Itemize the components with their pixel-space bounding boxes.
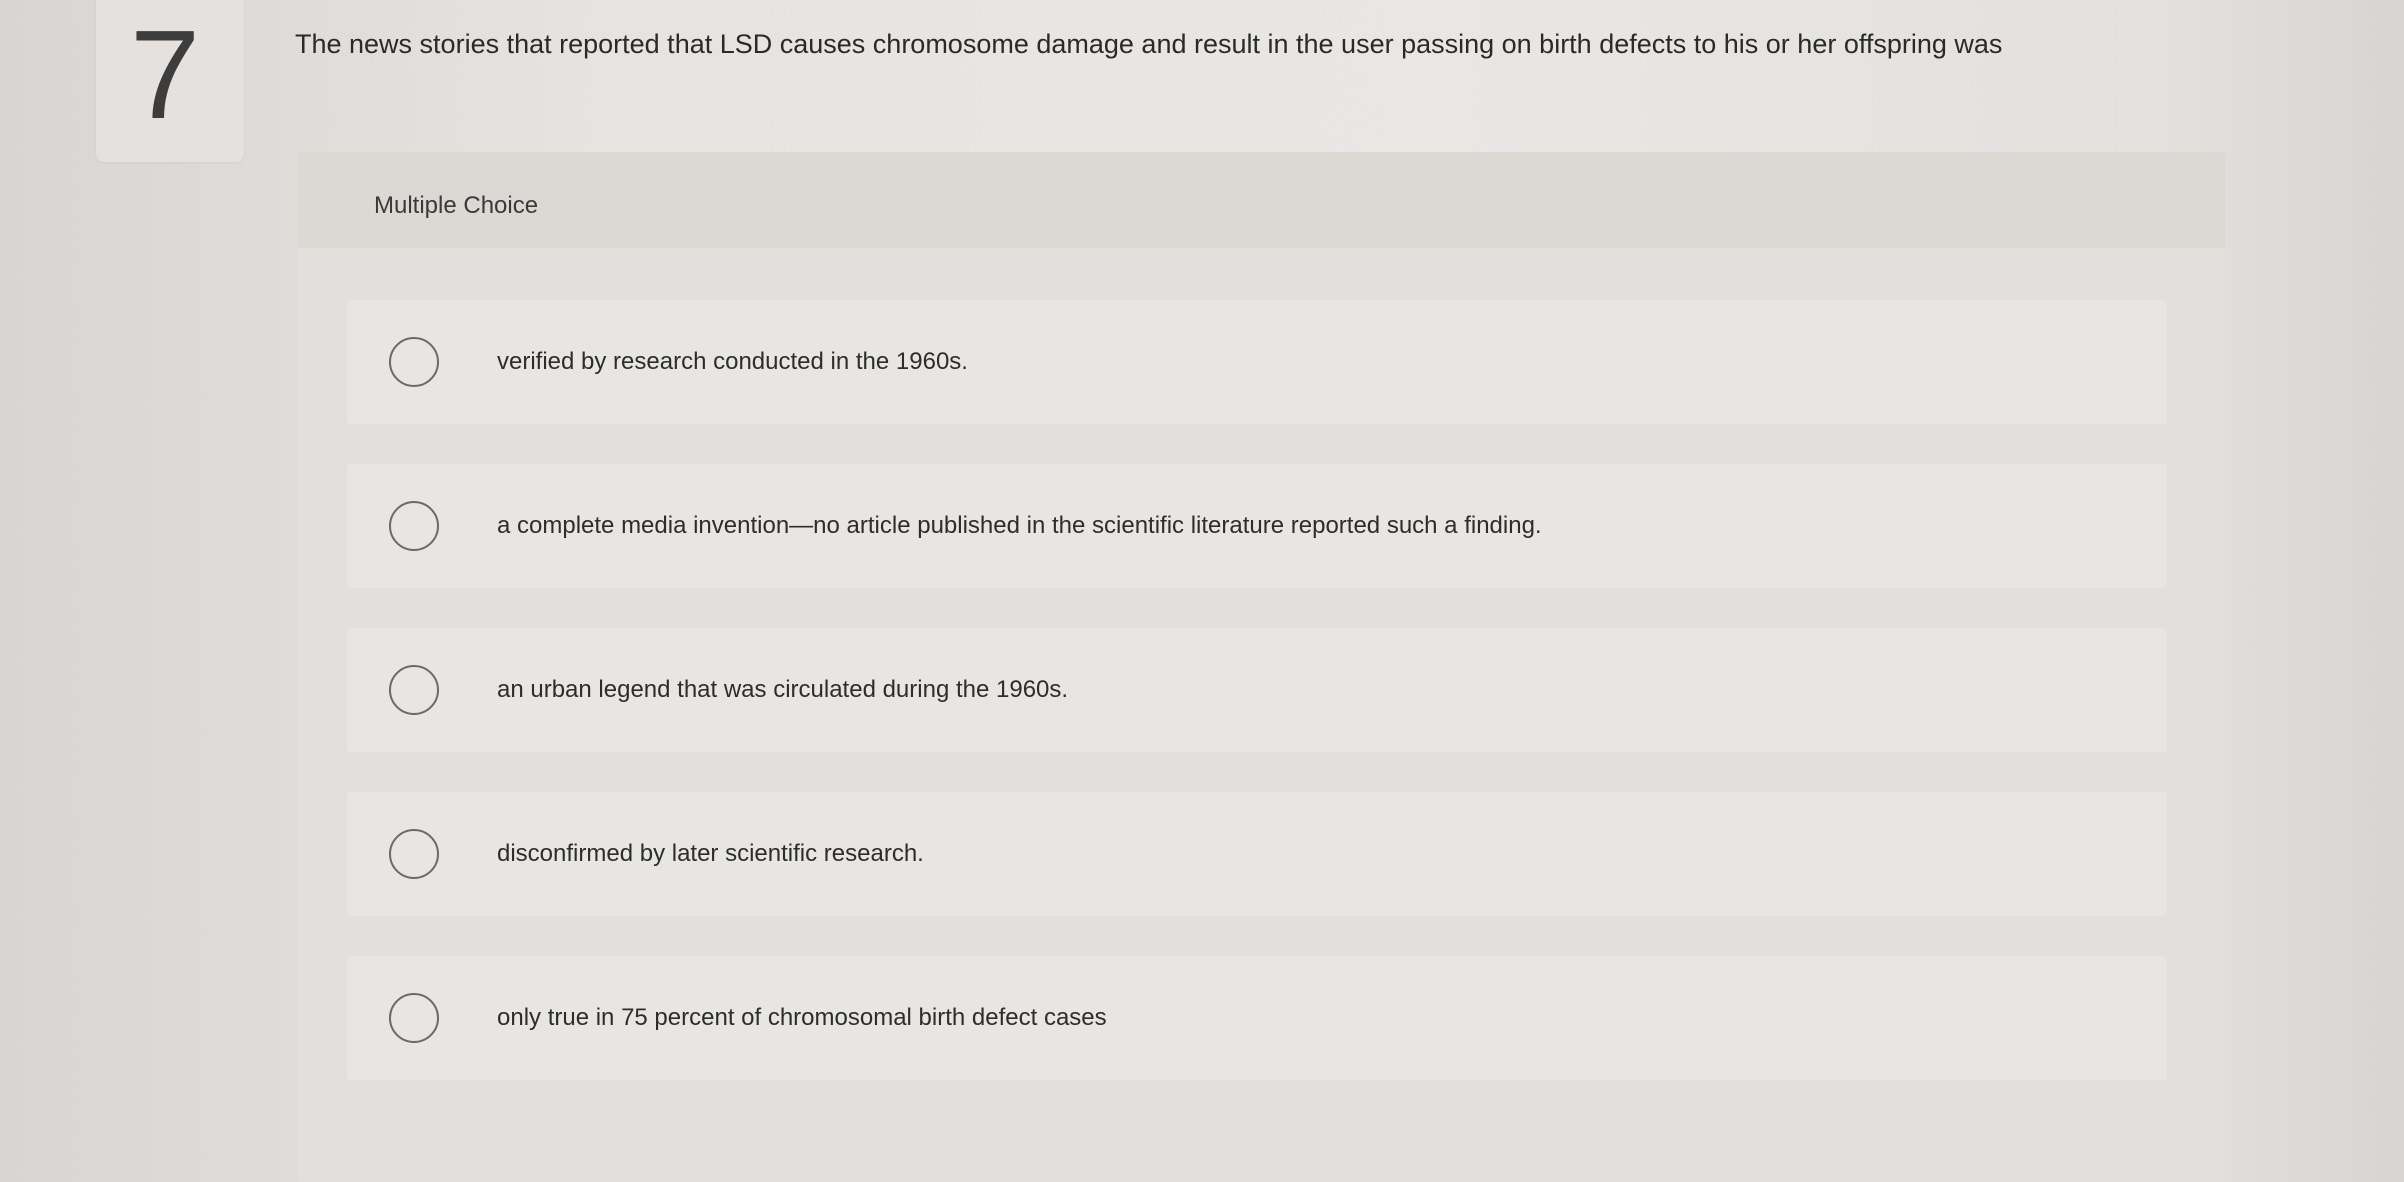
multiple-choice-header: Multiple Choice — [297, 152, 2225, 248]
radio-button-icon[interactable] — [389, 829, 439, 879]
radio-button-icon[interactable] — [389, 337, 439, 387]
options-list: verified by research conducted in the 19… — [347, 300, 2167, 1120]
answer-option-text: an urban legend that was circulated duri… — [497, 676, 1069, 703]
multiple-choice-panel: Multiple Choice verified by research con… — [297, 152, 2225, 1182]
answer-option-3[interactable]: an urban legend that was circulated duri… — [347, 628, 2167, 752]
question-text: The news stories that reported that LSD … — [295, 29, 2003, 59]
answer-option-text: a complete media invention—no article pu… — [497, 512, 1542, 539]
answer-option-text: only true in 75 percent of chromosomal b… — [497, 1004, 1107, 1031]
multiple-choice-label: Multiple Choice — [374, 192, 539, 219]
answer-option-text: verified by research conducted in the 19… — [497, 348, 968, 375]
radio-button-icon[interactable] — [389, 501, 439, 551]
answer-option-2[interactable]: a complete media invention—no article pu… — [347, 464, 2167, 588]
answer-option-1[interactable]: verified by research conducted in the 19… — [347, 300, 2167, 424]
answer-option-5[interactable]: only true in 75 percent of chromosomal b… — [347, 956, 2167, 1080]
radio-button-icon[interactable] — [389, 993, 439, 1043]
answer-option-4[interactable]: disconfirmed by later scientific researc… — [347, 792, 2167, 916]
question-number: 7 — [130, 4, 201, 145]
radio-button-icon[interactable] — [389, 665, 439, 715]
answer-option-text: disconfirmed by later scientific researc… — [497, 840, 924, 867]
